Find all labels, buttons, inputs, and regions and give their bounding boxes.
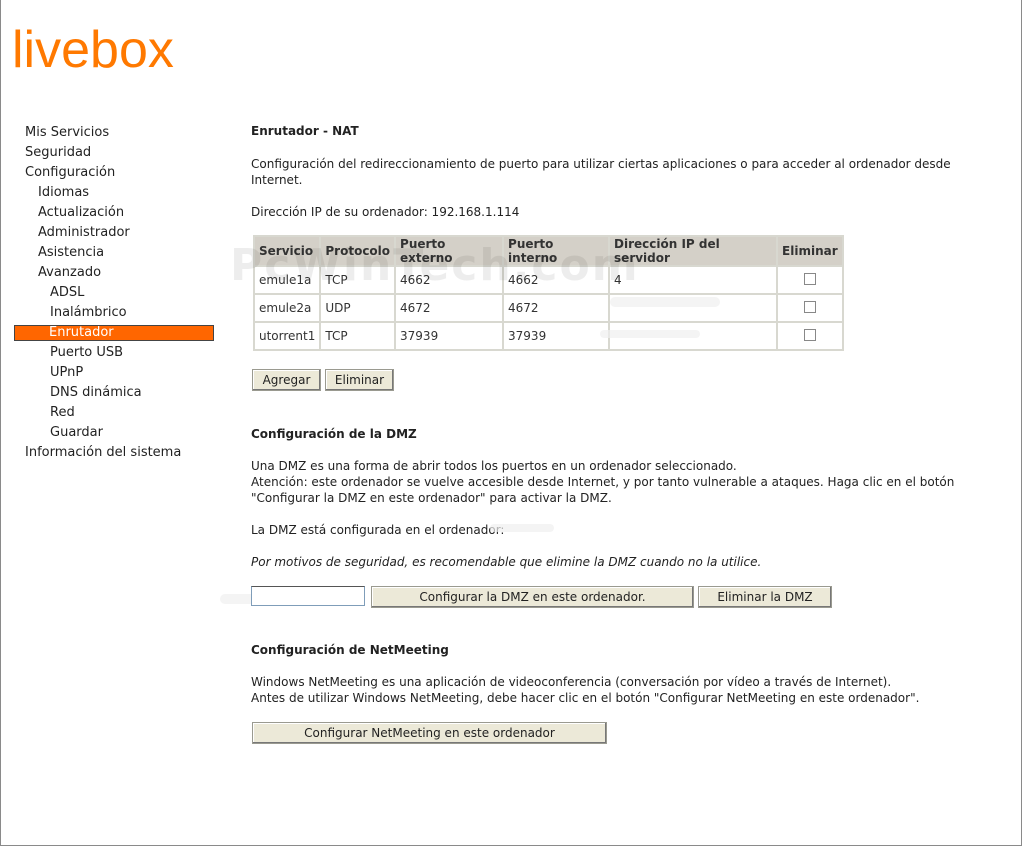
column-header-eliminar: Eliminar bbox=[776, 235, 844, 267]
netmeeting-description-line2: Antes de utilizar Windows NetMeeting, de… bbox=[251, 691, 920, 705]
redacted-ip bbox=[490, 524, 554, 532]
cell-puerto-externo: 37939 bbox=[394, 321, 505, 351]
netmeeting-description-line1: Windows NetMeeting es una aplicación de … bbox=[251, 675, 892, 689]
sidebar-item-adsl[interactable]: ADSL bbox=[50, 284, 84, 302]
sidebar-item-red[interactable]: Red bbox=[50, 404, 75, 422]
sidebar-item-idiomas[interactable]: Idiomas bbox=[38, 184, 89, 202]
table-row: emule2a UDP 4672 4672 bbox=[252, 293, 844, 323]
nat-title: Enrutador - NAT bbox=[251, 124, 359, 138]
sidebar-item-configuracion[interactable]: Configuración bbox=[25, 164, 115, 182]
dmz-configured-text: La DMZ está configurada en el ordenador: bbox=[251, 523, 505, 537]
delete-dmz-button[interactable]: Eliminar la DMZ bbox=[698, 586, 832, 608]
sidebar-item-dns-dinamica[interactable]: DNS dinámica bbox=[50, 384, 142, 402]
dmz-description-line1: Una DMZ es una forma de abrir todos los … bbox=[251, 459, 737, 473]
cell-puerto-interno: 4672 bbox=[502, 293, 611, 323]
sidebar-item-inalambrico[interactable]: Inalámbrico bbox=[50, 304, 127, 322]
sidebar-item-avanzado[interactable]: Avanzado bbox=[38, 264, 101, 282]
cell-ip-servidor: 4 bbox=[608, 265, 779, 295]
sidebar-item-administrador[interactable]: Administrador bbox=[38, 224, 130, 242]
nat-description-line2: Internet. bbox=[251, 173, 303, 187]
table-row: emule1a TCP 4662 4662 4 bbox=[252, 265, 844, 295]
column-header-ip-servidor: Dirección IP del servidor bbox=[608, 235, 779, 267]
dmz-title: Configuración de la DMZ bbox=[251, 427, 417, 441]
delete-checkbox[interactable] bbox=[803, 300, 816, 313]
livebox-logo: livebox bbox=[12, 21, 174, 79]
add-rule-button[interactable]: Agregar bbox=[252, 369, 321, 391]
cell-protocolo: TCP bbox=[319, 265, 397, 295]
sidebar-item-enrutador[interactable]: Enrutador bbox=[14, 325, 214, 341]
computer-ip-address: Dirección IP de su ordenador: 192.168.1.… bbox=[251, 205, 520, 219]
cell-eliminar bbox=[776, 265, 844, 295]
sidebar-item-seguridad[interactable]: Seguridad bbox=[25, 144, 91, 162]
port-forwarding-table: Servicio Protocolo Puerto externo Puerto… bbox=[252, 235, 844, 351]
cell-protocolo: UDP bbox=[319, 293, 397, 323]
cell-eliminar bbox=[776, 293, 844, 323]
redacted-ip bbox=[610, 297, 720, 307]
dmz-security-warning: Por motivos de seguridad, es recomendabl… bbox=[251, 555, 762, 569]
sidebar-item-actualizacion[interactable]: Actualización bbox=[38, 204, 124, 222]
dmz-ip-input[interactable] bbox=[251, 586, 365, 606]
dmz-description-line3: "Configurar la DMZ en este ordenador" pa… bbox=[251, 491, 612, 505]
table-header-row: Servicio Protocolo Puerto externo Puerto… bbox=[252, 235, 844, 267]
cell-protocolo: TCP bbox=[319, 321, 397, 351]
sidebar-item-informacion-sistema[interactable]: Información del sistema bbox=[25, 444, 181, 462]
cell-servicio: emule1a bbox=[252, 265, 322, 295]
column-header-protocolo: Protocolo bbox=[319, 235, 397, 267]
sidebar-item-asistencia[interactable]: Asistencia bbox=[38, 244, 104, 262]
delete-checkbox[interactable] bbox=[803, 272, 816, 285]
cell-puerto-interno: 4662 bbox=[502, 265, 611, 295]
delete-checkbox[interactable] bbox=[803, 328, 816, 341]
sidebar-item-guardar[interactable]: Guardar bbox=[50, 424, 103, 442]
sidebar-item-mis-servicios[interactable]: Mis Servicios bbox=[25, 124, 109, 142]
configure-netmeeting-button[interactable]: Configurar NetMeeting en este ordenador bbox=[252, 722, 607, 744]
column-header-puerto-interno: Puerto interno bbox=[502, 235, 611, 267]
column-header-servicio: Servicio bbox=[252, 235, 322, 267]
dmz-description-line2: Atención: este ordenador se vuelve acces… bbox=[251, 475, 955, 489]
page-frame bbox=[0, 0, 1022, 846]
cell-eliminar bbox=[776, 321, 844, 351]
configure-dmz-button[interactable]: Configurar la DMZ en este ordenador. bbox=[371, 586, 694, 608]
column-header-puerto-externo: Puerto externo bbox=[394, 235, 505, 267]
cell-puerto-externo: 4662 bbox=[394, 265, 505, 295]
sidebar-item-upnp[interactable]: UPnP bbox=[50, 364, 83, 382]
cell-servicio: emule2a bbox=[252, 293, 322, 323]
nat-description-line1: Configuración del redireccionamiento de … bbox=[251, 157, 951, 171]
cell-puerto-interno: 37939 bbox=[502, 321, 611, 351]
cell-puerto-externo: 4672 bbox=[394, 293, 505, 323]
redacted-ip bbox=[600, 330, 700, 338]
sidebar-item-puerto-usb[interactable]: Puerto USB bbox=[50, 344, 123, 362]
cell-servicio: utorrent1 bbox=[252, 321, 322, 351]
delete-rule-button[interactable]: Eliminar bbox=[325, 369, 394, 391]
netmeeting-title: Configuración de NetMeeting bbox=[251, 643, 449, 657]
table-row: utorrent1 TCP 37939 37939 bbox=[252, 321, 844, 351]
